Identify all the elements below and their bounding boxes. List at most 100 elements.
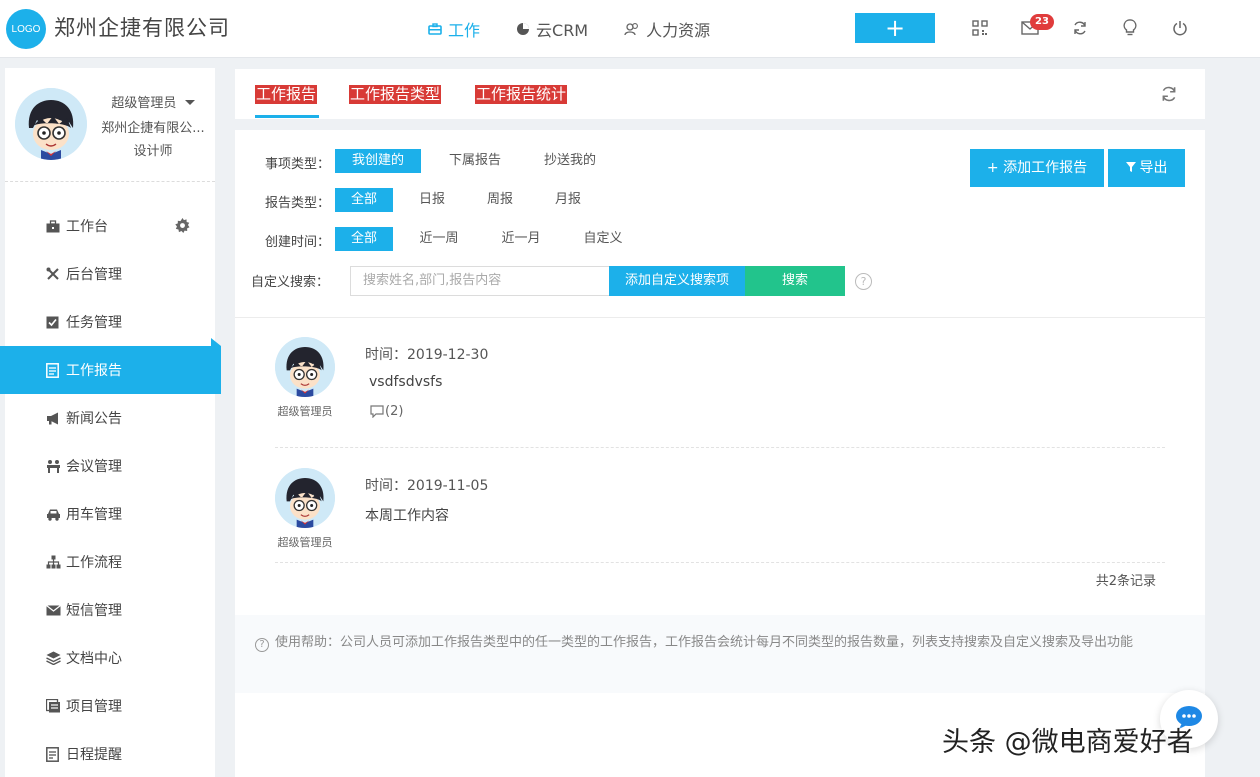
- help-icon: ?: [255, 638, 269, 652]
- user-company: 郑州企捷有限公...: [101, 121, 205, 136]
- refresh-icon[interactable]: [1068, 16, 1092, 40]
- sidebar-item-workbench[interactable]: 工作台: [5, 202, 215, 250]
- filter-option-custom[interactable]: 自定义: [572, 227, 634, 251]
- filter-option-mine[interactable]: 我创建的: [335, 149, 421, 173]
- lightbulb-icon[interactable]: [1118, 16, 1142, 40]
- sidebar-item-label: 短信管理: [66, 603, 122, 619]
- filter-option-last-week[interactable]: 近一周: [408, 227, 470, 251]
- sidebar-item-tasks[interactable]: 任务管理: [5, 298, 215, 346]
- nav-work-label: 工作: [448, 21, 481, 40]
- sidebar-item-label: 工作流程: [66, 555, 122, 571]
- filter-option-subordinate[interactable]: 下属报告: [438, 149, 512, 173]
- sidebar-item-workflow[interactable]: 工作流程: [5, 538, 215, 586]
- filter-option-all-time[interactable]: 全部: [335, 227, 393, 251]
- record-author: 超级管理员: [277, 536, 333, 549]
- add-button[interactable]: +: [855, 13, 935, 43]
- layers-icon: [46, 651, 62, 665]
- filter-funnel-icon: [1125, 149, 1136, 187]
- record-comments[interactable]: (2): [370, 404, 403, 419]
- help-text-block: ? 使用帮助：公司人员可添加工作报告类型中的任一类型的工作报告，工作报告会统计每月…: [255, 633, 1185, 653]
- sidebar-item-sms[interactable]: 短信管理: [5, 586, 215, 634]
- user-role: 超级管理员: [111, 96, 177, 111]
- filter-option-weekly[interactable]: 周报: [476, 188, 524, 212]
- nav-crm[interactable]: 云CRM: [516, 0, 588, 58]
- add-report-button[interactable]: + 添加工作报告: [970, 149, 1104, 187]
- flow-icon: [46, 555, 62, 569]
- comment-count: (2): [385, 404, 404, 419]
- custom-search-label: 自定义搜索：: [251, 275, 330, 290]
- user-profile: 超级管理员 郑州企捷有限公... 设计师: [5, 68, 215, 182]
- record-time: 时间：2019-12-30: [365, 347, 489, 363]
- sidebar-item-label: 工作台: [66, 219, 108, 235]
- sidebar: 超级管理员 郑州企捷有限公... 设计师 工作台 后台管理 任务管理 工作报告 …: [0, 68, 221, 777]
- meeting-icon: [46, 459, 62, 473]
- checkbox-icon: [46, 316, 62, 329]
- record-separator: [275, 562, 1165, 563]
- caret-down-icon: [184, 100, 195, 105]
- export-label: 导出: [1139, 160, 1168, 176]
- filter-report-type-label: 报告类型：: [265, 196, 331, 211]
- megaphone-icon: [46, 412, 62, 425]
- tab-work-report[interactable]: 工作报告: [255, 85, 318, 104]
- comment-icon: [370, 405, 384, 418]
- sidebar-item-meetings[interactable]: 会议管理: [5, 442, 215, 490]
- sidebar-item-schedule[interactable]: 日程提醒: [5, 730, 215, 777]
- tab-report-types[interactable]: 工作报告类型: [349, 85, 442, 104]
- car-icon: [46, 508, 62, 521]
- briefcase-icon: [428, 22, 442, 36]
- sidebar-item-label: 新闻公告: [66, 411, 122, 427]
- tab-report-stats[interactable]: 工作报告统计: [475, 85, 568, 104]
- record-total: 共2条记录: [1095, 574, 1156, 589]
- sidebar-item-backend[interactable]: 后台管理: [5, 250, 215, 298]
- sidebar-item-documents[interactable]: 文档中心: [5, 634, 215, 682]
- sidebar-item-vehicles[interactable]: 用车管理: [5, 490, 215, 538]
- filter-created-time-label: 创建时间：: [265, 235, 331, 250]
- sidebar-item-label: 日程提醒: [66, 747, 122, 763]
- active-tab-indicator: [255, 115, 319, 118]
- avatar[interactable]: [15, 88, 87, 160]
- sidebar-item-label: 会议管理: [66, 459, 122, 475]
- record-content[interactable]: 本周工作内容: [365, 505, 449, 525]
- filter-divider: [235, 317, 1205, 318]
- avatar[interactable]: [275, 468, 335, 528]
- record-separator: [275, 447, 1165, 448]
- search-button[interactable]: 搜索: [745, 266, 845, 296]
- search-input[interactable]: 搜索姓名,部门,报告内容: [350, 266, 610, 296]
- sidebar-item-label: 文档中心: [66, 651, 122, 667]
- gear-icon[interactable]: [175, 218, 190, 237]
- envelope-icon: [46, 604, 62, 616]
- avatar[interactable]: [275, 337, 335, 397]
- sidebar-item-label: 后台管理: [66, 267, 122, 283]
- sidebar-item-label: 用车管理: [66, 507, 122, 523]
- record-content[interactable]: vsdfsdvsfs: [369, 374, 442, 390]
- sidebar-item-label: 项目管理: [66, 699, 122, 715]
- sidebar-item-news[interactable]: 新闻公告: [5, 394, 215, 442]
- top-bar: LOGO 郑州企捷有限公司 工作 云CRM 人力资源 + 23: [0, 0, 1260, 58]
- help-panel: [235, 615, 1205, 693]
- filter-option-last-month[interactable]: 近一月: [490, 227, 552, 251]
- filter-option-all[interactable]: 全部: [335, 188, 393, 212]
- tools-icon: [46, 267, 62, 281]
- help-text: 使用帮助：公司人员可添加工作报告类型中的任一类型的工作报告，工作报告会统计每月不…: [275, 635, 1134, 650]
- refresh-icon[interactable]: [1160, 85, 1178, 107]
- filter-option-daily[interactable]: 日报: [408, 188, 456, 212]
- add-custom-search-button[interactable]: 添加自定义搜索项: [609, 266, 745, 296]
- logo: LOGO: [6, 9, 46, 49]
- filter-option-cc-me[interactable]: 抄送我的: [533, 149, 607, 173]
- sidebar-item-label: 任务管理: [66, 315, 122, 331]
- nav-work[interactable]: 工作: [428, 0, 480, 58]
- qrcode-icon[interactable]: [968, 16, 992, 40]
- sidebar-item-work-report[interactable]: 工作报告: [0, 338, 221, 394]
- help-icon[interactable]: ?: [855, 273, 872, 290]
- sidebar-item-label: 工作报告: [66, 363, 122, 379]
- briefcase-icon: [46, 219, 62, 233]
- record-author: 超级管理员: [277, 405, 333, 418]
- filter-option-monthly[interactable]: 月报: [544, 188, 592, 212]
- power-icon[interactable]: [1168, 16, 1192, 40]
- nav-hr[interactable]: 人力资源: [624, 0, 710, 58]
- user-role-dropdown[interactable]: 超级管理员: [95, 92, 211, 111]
- users-icon: [624, 22, 640, 36]
- filter-item-type-label: 事项类型：: [265, 157, 331, 172]
- sidebar-item-projects[interactable]: 项目管理: [5, 682, 215, 730]
- export-button[interactable]: 导出: [1108, 149, 1185, 187]
